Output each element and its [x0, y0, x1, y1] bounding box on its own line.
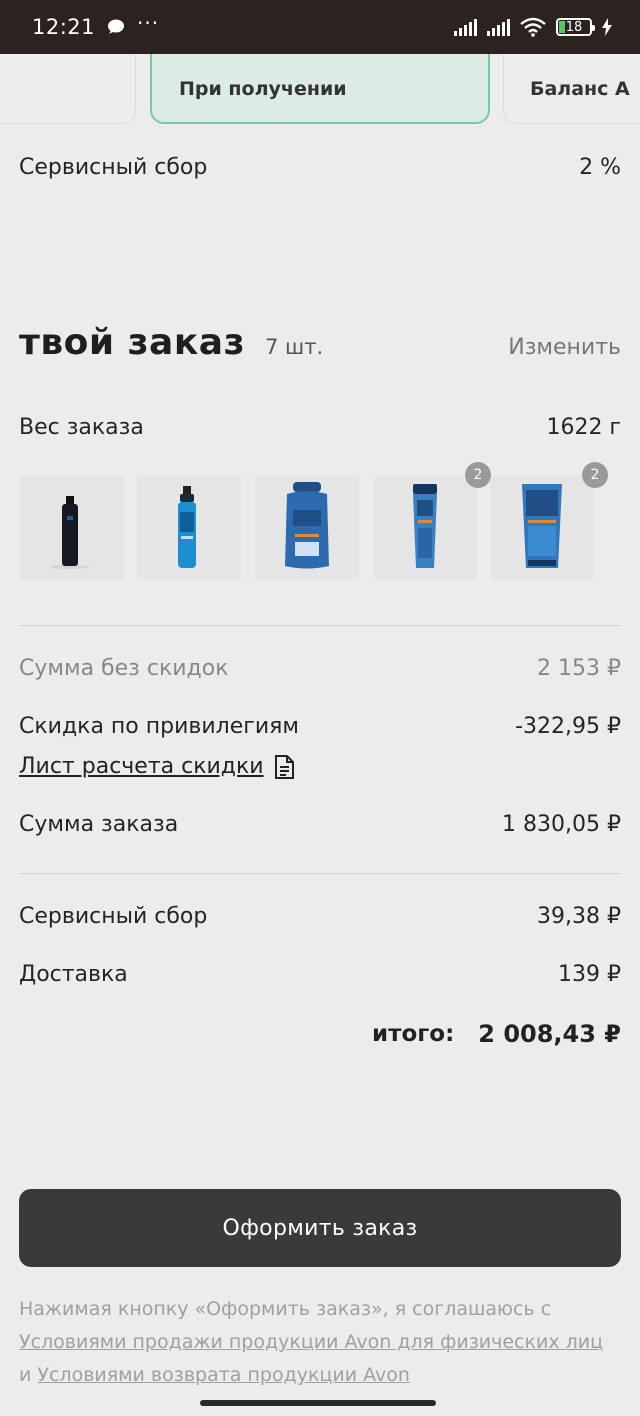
legal-middle: и: [19, 1364, 32, 1386]
total-row: итого: 2 008,43 ₽: [372, 1020, 621, 1048]
discount-sheet-link[interactable]: Лист расчета скидки: [19, 754, 264, 779]
service-fee-row: Сервисный сбор 39,38 ₽: [19, 904, 621, 929]
product-thumbnails: 2 2: [20, 462, 620, 580]
weight-value: 1622 г: [546, 415, 621, 440]
blue-bottle-icon: [178, 486, 196, 568]
weight-label: Вес заказа: [19, 415, 144, 440]
order-weight-row: Вес заказа 1622 г: [19, 415, 621, 440]
payment-option-label: При получении: [179, 78, 347, 100]
status-time: 12:21: [32, 15, 96, 39]
service-fee-value: 39,38 ₽: [537, 904, 621, 929]
privilege-discount-value: -322,95 ₽: [515, 714, 621, 739]
document-icon: [274, 754, 294, 779]
service-fee-label: Сервисный сбор: [19, 155, 208, 180]
discount-sheet-link-row[interactable]: Лист расчета скидки: [19, 754, 294, 779]
wifi-icon: [520, 17, 546, 37]
product-thumbnail[interactable]: [255, 476, 359, 580]
black-bottle-icon: [50, 496, 90, 569]
no-discount-label: Сумма без скидок: [19, 656, 229, 681]
legal-prefix: Нажимая кнопку «Оформить заказ», я согла…: [19, 1298, 552, 1320]
order-sum-value: 1 830,05 ₽: [502, 812, 621, 837]
quantity-badge: 2: [465, 462, 491, 488]
total-value: 2 008,43 ₽: [478, 1020, 621, 1048]
edit-order-button[interactable]: Изменить: [508, 335, 621, 360]
order-sum-row: Сумма заказа 1 830,05 ₽: [19, 812, 621, 837]
sales-terms-link[interactable]: Условиями продажи продукции Avon для физ…: [19, 1331, 603, 1353]
payment-option-label: Баланс А: [530, 78, 630, 100]
order-title: твой заказ: [19, 322, 245, 363]
tube-icon: [413, 484, 437, 568]
chat-notification-icon: [108, 19, 125, 34]
divider: [19, 873, 621, 874]
subtotal-row: Сумма без скидок 2 153 ₽: [19, 656, 621, 681]
return-terms-link[interactable]: Условиями возврата продукции Avon: [37, 1364, 410, 1386]
battery-icon: 18: [556, 18, 595, 36]
product-thumbnail[interactable]: [20, 476, 124, 580]
more-notifications-icon: ···: [137, 11, 160, 35]
delivery-label: Доставка: [19, 962, 128, 987]
delivery-row: Доставка 139 ₽: [19, 962, 621, 987]
quantity-badge: 2: [582, 462, 608, 488]
payment-options: При получении Баланс А: [0, 54, 640, 128]
payment-option-prev[interactable]: [0, 54, 136, 124]
payment-option-balance[interactable]: Баланс А: [503, 54, 640, 124]
service-fee-percent: 2 %: [579, 155, 621, 180]
product-thumbnail[interactable]: 2: [490, 462, 608, 580]
service-fee-label: Сервисный сбор: [19, 904, 208, 929]
privilege-discount-label: Скидка по привилегиям: [19, 714, 299, 739]
signal-icon-1: [454, 18, 477, 36]
product-thumbnail[interactable]: 2: [373, 462, 491, 580]
total-label: итого:: [372, 1021, 455, 1047]
home-indicator[interactable]: [200, 1400, 436, 1406]
payment-option-on-receipt[interactable]: При получении: [150, 54, 490, 124]
charging-icon: [602, 18, 612, 36]
privilege-discount-row: Скидка по привилегиям -322,95 ₽: [19, 714, 621, 739]
place-order-button[interactable]: Оформить заказ: [19, 1189, 621, 1267]
legal-notice: Нажимая кнопку «Оформить заказ», я согла…: [19, 1293, 610, 1392]
battery-level: 18: [565, 19, 583, 35]
status-bar: 12:21 ··· 18: [0, 0, 640, 54]
signal-icon-2: [487, 18, 510, 36]
delivery-value: 139 ₽: [558, 962, 621, 987]
place-order-label: Оформить заказ: [222, 1215, 418, 1241]
divider: [19, 625, 621, 626]
product-thumbnail[interactable]: [137, 476, 241, 580]
no-discount-value: 2 153 ₽: [537, 656, 621, 681]
order-sum-label: Сумма заказа: [19, 812, 179, 837]
order-count: 7 шт.: [265, 335, 324, 359]
service-fee-percent-row: Сервисный сбор 2 %: [19, 155, 621, 180]
wide-tube-icon: [522, 484, 562, 568]
order-header: твой заказ 7 шт. Изменить: [19, 322, 621, 363]
gel-bottle-icon: [285, 482, 329, 569]
